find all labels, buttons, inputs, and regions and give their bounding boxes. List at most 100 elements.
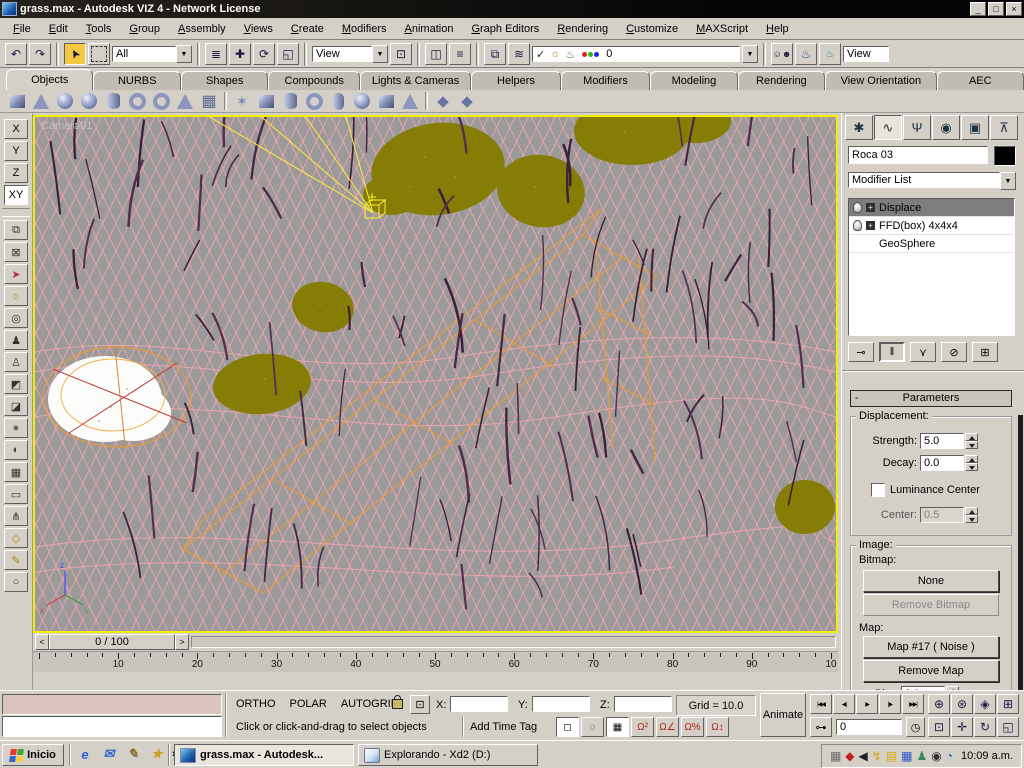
create-star-button[interactable]	[233, 92, 251, 110]
close-button[interactable]: ×	[1006, 2, 1022, 16]
create-chamferbox-button[interactable]	[257, 92, 275, 110]
zoom-button[interactable]: ⊕	[928, 694, 950, 714]
maxscript-mini-listener[interactable]	[2, 694, 222, 715]
mode-toggle[interactable]: AUTOGRID	[341, 698, 399, 710]
bitmap-none-button[interactable]: None	[863, 570, 999, 592]
time-slider-handle[interactable]: 0 / 100	[49, 634, 175, 650]
arc-rotate-button[interactable]: ↻	[974, 717, 996, 737]
snap-toggle-button[interactable]: ▦	[606, 717, 629, 737]
create-geosphere-button[interactable]	[80, 92, 98, 110]
undo-button[interactable]: ↶	[5, 43, 27, 65]
named-selection-field[interactable]: ✓ ☼ ♨ 0	[532, 46, 740, 62]
tab-compounds[interactable]: Compounds	[268, 71, 360, 90]
render-scene-button[interactable]: ♨	[795, 43, 817, 65]
listener-line[interactable]	[2, 716, 222, 737]
chevron-down-icon[interactable]: ▼	[1000, 172, 1016, 190]
scale-button[interactable]: ◱	[277, 43, 299, 65]
time-slider-next-button[interactable]: >	[175, 634, 189, 650]
pin-stack-button[interactable]: ⊸	[848, 342, 874, 362]
expand-icon[interactable]	[866, 203, 875, 212]
task-explorer[interactable]: Explorando - Xd2 (D:)	[358, 744, 538, 766]
configure-modifier-sets-button[interactable]: ⊞	[972, 342, 998, 362]
create-chamfercyl-button[interactable]	[281, 92, 299, 110]
tray-camera-icon[interactable]: ◉	[931, 750, 941, 762]
tab-rendering[interactable]: Rendering	[737, 71, 826, 90]
layer-manager-button[interactable]: ⧉	[484, 43, 506, 65]
menu-item[interactable]: Animation	[396, 20, 463, 38]
group-button[interactable]: ◪	[4, 396, 28, 416]
dark-sphere-button[interactable]: ◐	[4, 440, 28, 460]
tab-objects[interactable]: Objects	[6, 69, 94, 90]
min-max-toggle-button[interactable]: ◱	[997, 717, 1019, 737]
tray-volume-icon[interactable]: ◀	[859, 750, 868, 762]
light-button[interactable]: ○	[4, 572, 28, 592]
person-button[interactable]: ♟	[4, 330, 28, 350]
modify-tab[interactable]: ∿	[874, 115, 902, 140]
selection-region-button[interactable]	[88, 43, 110, 65]
tab-view-orientation[interactable]: View Orientation	[825, 71, 937, 90]
zoom-extents-button[interactable]: ◈	[974, 694, 996, 714]
bind-to-spacewarp-button[interactable]: ➤	[4, 264, 28, 284]
create-quadpatch-button[interactable]	[434, 92, 452, 110]
snap-2d-button[interactable]: Ω²	[631, 717, 654, 737]
object-name-field[interactable]: Roca 03	[848, 146, 988, 164]
object-color-swatch[interactable]	[994, 146, 1016, 166]
separator[interactable]	[224, 92, 227, 110]
menu-item[interactable]: Assembly	[169, 20, 235, 38]
viewport-label[interactable]: Camera01	[41, 120, 92, 132]
create-spindle-button[interactable]	[353, 92, 371, 110]
display-tab[interactable]: ▣	[961, 115, 989, 140]
mirror-button[interactable]: ◫	[425, 43, 447, 65]
manipulate-button[interactable]: ⊡	[390, 43, 412, 65]
z-coordinate-field[interactable]	[614, 696, 672, 712]
selection-lock-icon[interactable]	[392, 695, 403, 709]
walk-button[interactable]: ♙	[4, 352, 28, 372]
map-button[interactable]: Map #17 ( Noise )	[863, 636, 999, 658]
unlink-selection-button[interactable]: ⊠	[4, 242, 28, 262]
set-key-button[interactable]: ⊶	[810, 717, 832, 737]
motion-tab[interactable]: ◉	[932, 115, 960, 140]
create-torus-button[interactable]	[152, 92, 170, 110]
chevron-down-icon[interactable]: ▼	[372, 45, 388, 63]
target-button[interactable]: ◎	[4, 308, 28, 328]
create-cylinder-button[interactable]	[104, 92, 122, 110]
walkthrough-button[interactable]: ◩	[4, 374, 28, 394]
view-rect-button[interactable]: ▭	[4, 484, 28, 504]
rotate-button[interactable]: ⟳	[253, 43, 275, 65]
menu-item[interactable]: Graph Editors	[462, 20, 548, 38]
spray-button[interactable]: ☼	[4, 286, 28, 306]
quick-launch-channels[interactable]: ★	[148, 745, 166, 763]
tab-modifiers[interactable]: Modifiers	[560, 71, 651, 90]
tab-nurbs[interactable]: NURBS	[93, 71, 181, 90]
create-sphere-button[interactable]	[56, 92, 74, 110]
angle-snap-button[interactable]: Ω∠	[656, 717, 679, 737]
separator[interactable]	[425, 92, 428, 110]
go-to-start-button[interactable]: |◀◀	[810, 694, 832, 714]
schematic-view-button[interactable]: ☺☻	[771, 43, 793, 65]
remove-modifier-button[interactable]: ⊘	[941, 342, 967, 362]
show-end-result-button[interactable]: ‖	[879, 342, 905, 362]
start-button[interactable]: Inicio	[2, 744, 64, 766]
task-grass-max[interactable]: grass.max - Autodesk...	[174, 744, 354, 766]
menu-item[interactable]: Edit	[40, 20, 77, 38]
curve-editor-button[interactable]: ≋	[508, 43, 530, 65]
tab-modeling[interactable]: Modeling	[650, 71, 738, 90]
chevron-down-icon[interactable]: ▼	[176, 45, 192, 63]
stack-item-displace[interactable]: Displace	[849, 199, 1014, 217]
menu-item[interactable]: Help	[757, 20, 798, 38]
create-capsule-button[interactable]	[329, 92, 347, 110]
schematic-view-button[interactable]: ⋔	[4, 506, 28, 526]
strength-spinner[interactable]	[965, 433, 978, 449]
tray-display-icon[interactable]: ▦	[901, 750, 912, 762]
hierarchy-tab[interactable]: Ψ	[903, 115, 931, 140]
chevron-down-icon[interactable]: ▼	[742, 45, 758, 63]
menu-item[interactable]: File	[4, 20, 40, 38]
quick-launch-ie[interactable]: e	[76, 745, 94, 763]
decay-spinner[interactable]	[965, 455, 978, 471]
grid-button[interactable]: ▦	[4, 462, 28, 482]
decay-field[interactable]: 0.0	[920, 455, 964, 471]
camera-viewport[interactable]: z x y Camera01	[33, 115, 838, 633]
tab-lights-cameras[interactable]: Lights & Cameras	[359, 71, 472, 90]
minimize-button[interactable]: _	[970, 2, 986, 16]
create-pyramid-button[interactable]	[176, 92, 194, 110]
